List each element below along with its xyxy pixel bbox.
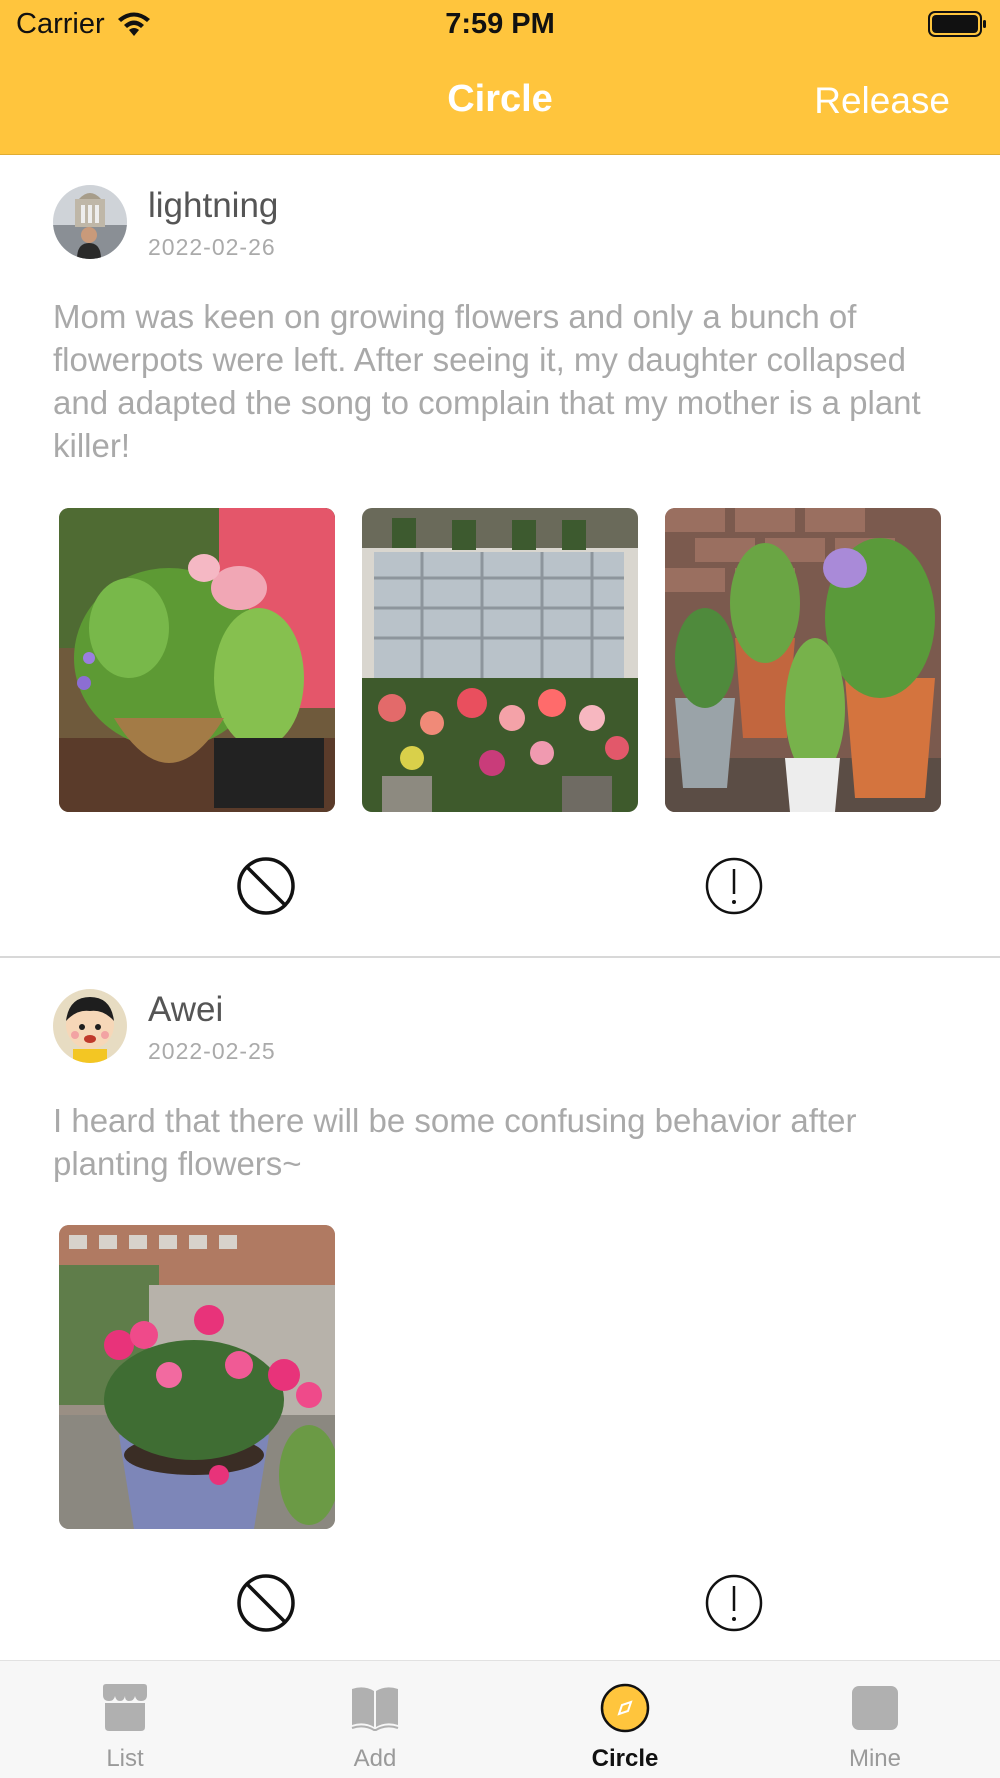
tab-label: Mine xyxy=(848,1745,902,1772)
post-divider xyxy=(0,956,1000,958)
tab-list[interactable]: List xyxy=(0,1661,250,1778)
tab-label: List xyxy=(106,1745,144,1772)
status-time: 7:59 PM xyxy=(445,8,555,40)
post-photo[interactable] xyxy=(362,508,638,812)
tab-bar: List Add Circle Mine xyxy=(0,1660,1000,1778)
post-photo[interactable] xyxy=(665,508,941,812)
tab-mine[interactable]: Mine xyxy=(750,1661,1000,1778)
circle-screen: Carrier 7:59 PM Circle Release lightning… xyxy=(0,0,1000,1778)
block-icon[interactable] xyxy=(236,856,296,916)
post-text: I heard that there will be some confusin… xyxy=(53,1102,857,1182)
tab-label: Circle xyxy=(591,1745,659,1772)
post-photo[interactable] xyxy=(59,1225,335,1529)
avatar[interactable] xyxy=(53,185,127,259)
release-button[interactable]: Release xyxy=(814,80,950,122)
tab-circle[interactable]: Circle xyxy=(500,1661,750,1778)
block-icon[interactable] xyxy=(236,1573,296,1633)
header-bar: Carrier 7:59 PM Circle Release xyxy=(0,0,1000,155)
person-icon xyxy=(850,1683,900,1733)
username: Awei xyxy=(148,990,224,1029)
report-icon[interactable] xyxy=(704,856,764,916)
username: lightning xyxy=(148,186,279,225)
tab-label: Add xyxy=(353,1745,397,1772)
book-icon xyxy=(350,1683,400,1733)
store-icon xyxy=(100,1683,150,1733)
compass-icon xyxy=(600,1683,650,1733)
post-text: Mom was keen on growing flowers and only… xyxy=(53,298,921,464)
report-icon[interactable] xyxy=(704,1573,764,1633)
post-date: 2022-02-26 xyxy=(148,234,276,260)
avatar[interactable] xyxy=(53,989,127,1063)
tab-add[interactable]: Add xyxy=(250,1661,500,1778)
battery-icon xyxy=(928,10,988,38)
post-date: 2022-02-25 xyxy=(148,1038,276,1064)
post-photo[interactable] xyxy=(59,508,335,812)
